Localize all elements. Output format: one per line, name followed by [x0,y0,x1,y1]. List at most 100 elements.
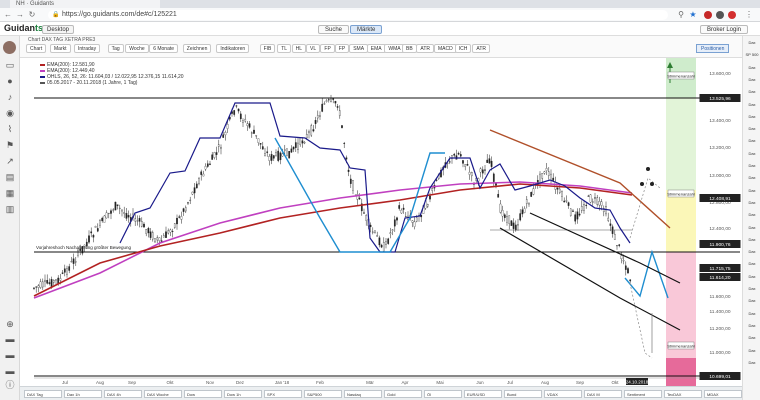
chart-tab[interactable]: Nasdaq [344,390,382,398]
star-icon[interactable]: ★ [688,10,698,20]
toolbar-button[interactable]: HL [291,44,306,53]
flag-icon[interactable]: ⚑ [4,140,16,150]
url-field[interactable]: 🔒 https://go.guidants.com/de#c/125221 [48,10,668,20]
extension-icon[interactable] [716,11,724,19]
toolbar-button[interactable]: FP [334,44,350,53]
toolbar-button[interactable]: 6 Monate [149,44,179,53]
chart-canvas[interactable]: Stimmenanzahl Stimmenanzahl Stimmenanzahl V… [20,58,742,386]
trend-icon[interactable]: ↗ [4,156,16,166]
watchlist-item[interactable]: Dax [745,335,759,346]
watchlist-item[interactable]: Dax [745,163,759,174]
eye-icon[interactable]: ◉ [4,108,16,118]
watchlist-item[interactable]: Dax [745,65,759,76]
chart-tab[interactable]: DAX Woche [144,390,182,398]
table-icon[interactable]: ▤ [4,172,16,182]
chart-tab[interactable]: VDAX [544,390,582,398]
watchlist-item[interactable]: Dax [745,348,759,359]
watchlist-item[interactable]: Dax [745,323,759,334]
toolbar-button[interactable]: Indikatoren [216,44,250,53]
info-icon[interactable]: ⓘ [4,380,16,390]
chart-tab[interactable]: DAX 4h [104,390,142,398]
watchlist-item[interactable]: Dax [745,237,759,248]
chart-icon[interactable]: ⌇ [4,124,16,134]
folder-icon[interactable]: ▬ [4,350,16,360]
watchlist-item[interactable]: Dax [745,360,759,371]
toolbar-button[interactable]: MACD [434,44,457,53]
toolbar-button[interactable]: FIB [259,44,276,53]
chart-tab[interactable]: Öl [424,390,462,398]
toolbar-button[interactable]: VL [306,44,321,53]
chart-tab[interactable]: DAX Tag [24,390,62,398]
toolbar-button[interactable]: FP [320,44,335,53]
watchlist-item[interactable]: Dax [745,261,759,272]
book-icon[interactable]: ▥ [4,204,16,214]
chart-tab[interactable]: Gold [384,390,422,398]
browser-tab[interactable]: NH · Guidants [10,0,160,8]
grid-icon[interactable]: ▦ [4,188,16,198]
chart-tab[interactable]: Dax 1h [64,390,102,398]
watchlist-item[interactable]: Dax [745,40,759,51]
workspace-tab[interactable]: Desktop [42,25,75,34]
chart-tab[interactable]: Dow [184,390,222,398]
toolbar-button[interactable]: ATR [472,44,491,53]
toolbar-button[interactable]: ATR [416,44,435,53]
chart-tab[interactable]: Bund [504,390,542,398]
watchlist-item[interactable]: Dax [745,114,759,125]
broker-login-button[interactable]: Broker Login [700,25,749,34]
watchlist-item[interactable]: Dax [745,249,759,260]
logo[interactable]: Guidants [4,23,43,33]
search-icon[interactable]: ⚲ [676,10,686,20]
toolbar-button[interactable]: Chart [26,44,47,53]
markets-button[interactable]: Märkte [350,25,383,34]
profile-icon[interactable] [728,11,736,19]
watchlist-item[interactable]: Dax [745,225,759,236]
watchlist-item[interactable]: SP 500 [745,52,759,63]
chart-tab[interactable]: DAX M [584,390,622,398]
watchlist-item[interactable]: Dax [745,188,759,199]
toolbar-button[interactable]: BB [402,44,417,53]
toolbar-button[interactable]: TL [277,44,292,53]
extension-icon[interactable] [704,11,712,19]
watchlist-item[interactable]: Dax [745,274,759,285]
watchlist-item[interactable]: Dax [745,200,759,211]
forward-icon[interactable]: → [15,10,25,20]
watchlist-item[interactable]: Dax [745,212,759,223]
watchlist-item[interactable]: Dax [745,89,759,100]
search-button[interactable]: Suche [318,25,350,34]
watchlist-item[interactable]: Dax [745,298,759,309]
toolbar-button[interactable]: Woche [125,44,149,53]
chart-tab[interactable]: MDAX [704,390,742,398]
toolbar-button[interactable]: EMA [366,44,386,53]
toolbar-button[interactable]: Zeichnen [182,44,212,53]
watchlist-item[interactable]: Dax [745,311,759,322]
folder-icon[interactable]: ▬ [4,366,16,376]
back-icon[interactable]: ← [3,10,13,20]
plus-icon[interactable]: ⊕ [4,319,16,329]
avatar[interactable] [3,41,16,54]
person-icon[interactable]: ● [4,76,16,86]
reload-icon[interactable]: ↻ [27,10,37,20]
toolbar-button[interactable]: Intraday [74,44,101,53]
chart-tab[interactable]: EUR/USD [464,390,502,398]
monitor-icon[interactable]: ▭ [4,60,16,70]
toolbar-button[interactable]: Markt [50,44,71,53]
chart-tab[interactable]: Dow 1h [224,390,262,398]
bell-icon[interactable]: ♪ [4,92,16,102]
watchlist-item[interactable]: Dax [745,126,759,137]
watchlist-item[interactable]: Dax [745,175,759,186]
chart-tab[interactable]: TecDAX [664,390,702,398]
watchlist-item[interactable]: Dax [745,151,759,162]
toolbar-button[interactable]: Tag [107,44,124,53]
folder-icon[interactable]: ▬ [4,334,16,344]
watchlist-item[interactable]: Dax [745,286,759,297]
watchlist-item[interactable]: Dax [745,77,759,88]
toolbar-button[interactable]: ICH [454,44,472,53]
chart-tab[interactable]: Sentiment [624,390,662,398]
price-chart[interactable]: Stimmenanzahl Stimmenanzahl Stimmenanzahl V… [20,58,742,386]
chart-tab[interactable]: S&P500 [304,390,342,398]
watchlist-item[interactable]: Dax [745,138,759,149]
watchlist-item[interactable]: Dax [745,102,759,113]
chart-tab[interactable]: SPX [264,390,302,398]
toolbar-button[interactable]: SMA [349,44,369,53]
menu-icon[interactable]: ⋮ [744,10,754,20]
